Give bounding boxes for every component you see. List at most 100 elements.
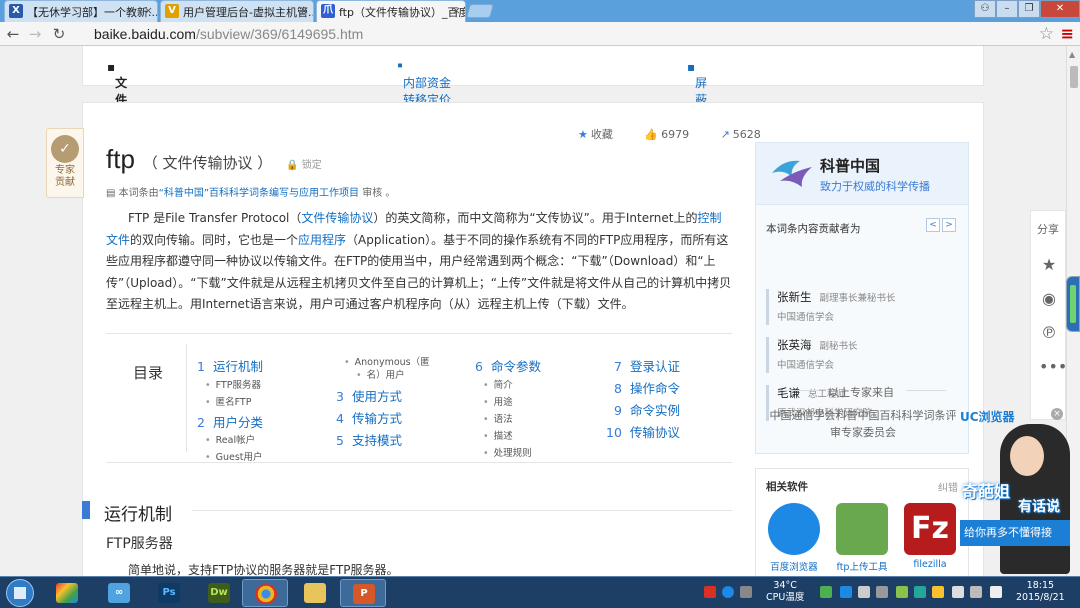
related-link-2[interactable]: ▪ 屏蔽线的一种	[687, 60, 707, 175]
close-icon[interactable]: ×	[300, 4, 309, 17]
related-software-card: 相关软件 纠错 百度浏览器 ftp上传工具 Fz filezilla	[755, 468, 969, 576]
minimize-button[interactable]: –	[996, 0, 1018, 18]
toc-sub[interactable]: 语法	[483, 411, 513, 425]
favorite-button[interactable]: ★ 收藏	[578, 128, 627, 141]
related-link-1[interactable]: ▪ 内部资金转移定价Funds Transfer Pricing	[397, 60, 461, 150]
help-icon[interactable]	[722, 586, 734, 598]
expert-contribution-badge[interactable]: ✓ 专家 贡献	[46, 128, 84, 198]
taskbar-explorer[interactable]	[292, 579, 338, 607]
report-error-link[interactable]: 纠错	[938, 479, 958, 494]
dreamweaver-icon: Dw	[208, 583, 230, 603]
toc-item[interactable]: 2 用户分类	[197, 412, 263, 431]
toc-item[interactable]: 8 操作命令	[614, 378, 680, 397]
toc-sub[interactable]: Guest用户	[205, 449, 263, 463]
tray-icon[interactable]	[970, 586, 982, 598]
volume-icon[interactable]	[990, 586, 1002, 598]
close-icon[interactable]: ×	[144, 4, 153, 17]
toc-sub[interactable]: FTP服务器	[205, 377, 261, 391]
software-baidu-browser[interactable]: 百度浏览器	[764, 503, 824, 573]
toc-item[interactable]: 1 运行机制	[197, 356, 263, 375]
back-button[interactable]: ←	[4, 25, 22, 43]
close-window-button[interactable]: ✕	[1040, 0, 1080, 18]
tray-icon[interactable]	[704, 586, 716, 598]
lock-icon: 🔒 锁定	[286, 160, 322, 171]
toc-sub[interactable]: 简介	[483, 377, 513, 391]
toc-sub[interactable]: 处理规则	[483, 445, 532, 459]
taskbar-powerpoint[interactable]: P	[340, 579, 386, 607]
section-paragraph: 简单地说，支持FTP协议的服务器就是FTP服务器。	[128, 563, 399, 576]
browser-tab-bar: X 【无休学习部】一个教新... × V 用户管理后台-虚拟主机管... × 爪…	[0, 0, 1080, 22]
new-tab-button[interactable]	[466, 4, 494, 18]
bookmark-star-icon[interactable]: ☆	[1039, 24, 1054, 44]
weibo-icon[interactable]: ◉	[1039, 289, 1059, 308]
start-button[interactable]	[6, 579, 34, 607]
author-link[interactable]: “科普中国”百科科学词条编写与应用工作项目	[159, 188, 359, 199]
toc-sub-cont[interactable]: 名）用户	[356, 367, 405, 381]
toc-sub[interactable]: 匿名FTP	[205, 394, 252, 408]
tab-ftp-baike[interactable]: 爪 ftp（文件传输协议）_百度... ×	[316, 0, 466, 22]
toc-item[interactable]: 9 命令实例	[614, 400, 680, 419]
taskbar-app-colorful[interactable]	[44, 579, 90, 607]
cpu-temperature[interactable]: 34°C CPU温度	[766, 580, 804, 604]
toc-sub[interactable]: 用途	[483, 394, 513, 408]
science-china-logo-icon	[772, 160, 812, 187]
tab-study[interactable]: X 【无休学习部】一个教新... ×	[4, 0, 158, 22]
uc-browser-ad[interactable]: UC浏览器 × 奇葩姐 有话说 给你再多不懂得接	[958, 400, 1080, 576]
system-clock[interactable]: 18:15 2015/8/21	[1016, 580, 1065, 604]
tab-favicon: V	[165, 4, 179, 18]
tray-icon[interactable]	[858, 586, 870, 598]
menu-icon[interactable]: ≡	[1061, 24, 1074, 43]
scroll-thumb[interactable]	[1070, 66, 1078, 88]
restore-button[interactable]: ❐	[1018, 0, 1040, 18]
tray-icon[interactable]	[896, 586, 908, 598]
user-icon[interactable]: ⚇	[974, 0, 996, 18]
share-label[interactable]: 分享	[1037, 221, 1059, 237]
taskbar-photoshop[interactable]: Ps	[146, 579, 192, 607]
toc-item[interactable]: 5 支持模式	[336, 430, 402, 449]
org-header[interactable]: 科普中国 致力于权威的科学传播	[756, 143, 968, 205]
toc-item[interactable]: 7 登录认证	[614, 356, 680, 375]
taskbar-app-network[interactable]: ∞	[96, 579, 142, 607]
tab-user-admin[interactable]: V 用户管理后台-虚拟主机管... ×	[160, 0, 314, 22]
speed-widget[interactable]	[1066, 276, 1080, 332]
expert-entry[interactable]: 张英海 副秘书长 中国通信学会	[766, 337, 956, 373]
next-page-button[interactable]: >	[942, 218, 956, 232]
tab-favicon: X	[9, 4, 23, 18]
pinterest-icon[interactable]: ℗	[1039, 323, 1059, 342]
reload-button[interactable]: ↻	[50, 25, 68, 43]
tab-favicon: 爪	[321, 4, 335, 18]
article-actions: ★ 收藏 👍 6979 ↗ 5628	[578, 126, 789, 142]
toc-sub[interactable]: Anonymous（匿	[344, 354, 430, 368]
toc-sub[interactable]: 描述	[483, 428, 513, 442]
more-icon[interactable]: •••	[1039, 357, 1066, 376]
toc-sub[interactable]: Real帐户	[205, 432, 255, 446]
network-icon[interactable]	[952, 586, 964, 598]
taskbar-chrome[interactable]	[242, 579, 288, 607]
url-field[interactable]: baike.baidu.com/subview/369/6149695.htm	[94, 26, 363, 42]
expert-entry[interactable]: 张新生 副理事长兼秘书长 中国通信学会	[766, 289, 956, 325]
toc-item[interactable]: 3 使用方式	[336, 386, 402, 405]
forward-button[interactable]: →	[26, 25, 44, 43]
taskbar-dreamweaver[interactable]: Dw	[196, 579, 242, 607]
close-icon[interactable]: ×	[452, 4, 461, 17]
tray-icon[interactable]	[740, 586, 752, 598]
close-ad-icon[interactable]: ×	[1051, 408, 1063, 420]
term-link[interactable]: 文件传输协议	[301, 211, 373, 225]
toc-item[interactable]: 6 命令参数	[475, 356, 541, 375]
share-count-button[interactable]: ↗ 5628	[721, 128, 775, 141]
keyboard-icon[interactable]	[876, 586, 888, 598]
like-button[interactable]: 👍 6979	[644, 128, 703, 141]
tray-icon[interactable]	[932, 586, 944, 598]
url-path: /subview/369/6149695.htm	[195, 26, 364, 42]
tray-icon[interactable]	[840, 586, 852, 598]
toc-item[interactable]: 10 传输协议	[606, 422, 680, 441]
shield-icon[interactable]	[820, 586, 832, 598]
tray-icon[interactable]	[914, 586, 926, 598]
prev-page-button[interactable]: <	[926, 218, 940, 232]
author-credit: ▤ 本词条由“科普中国”百科科学词条编写与应用工作项目 审核 。	[106, 188, 396, 199]
toc-item[interactable]: 4 传输方式	[336, 408, 402, 427]
software-ftp-upload[interactable]: ftp上传工具	[832, 503, 892, 573]
term-link[interactable]: 应用程序	[298, 233, 346, 247]
software-filezilla[interactable]: Fz filezilla	[900, 503, 960, 570]
star-icon[interactable]: ★	[1039, 255, 1059, 274]
